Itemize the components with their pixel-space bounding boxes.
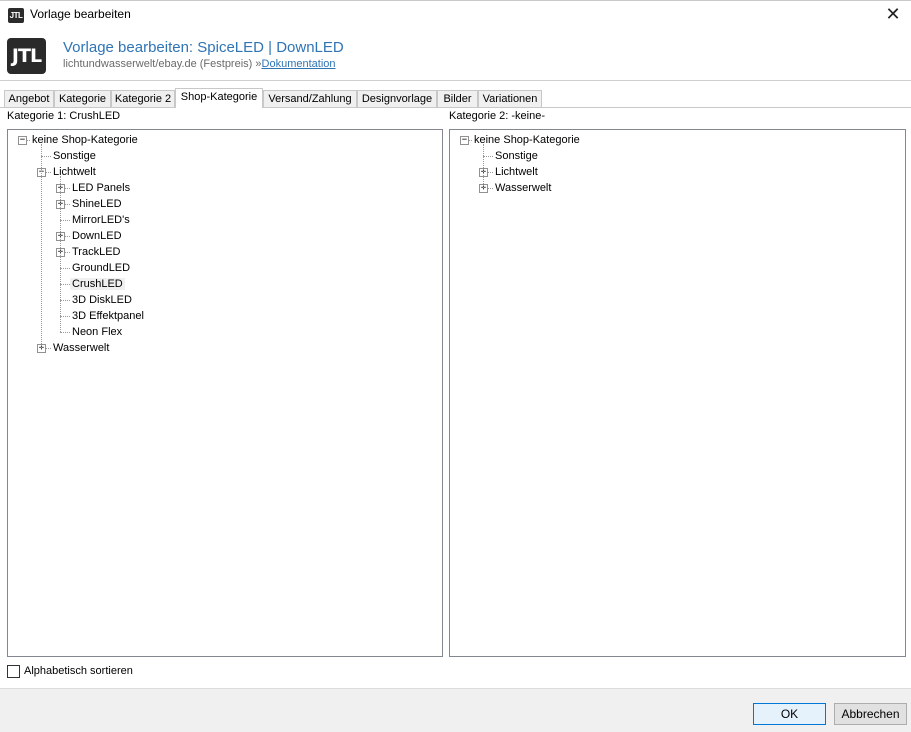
- tree-item[interactable]: MirrorLED's: [70, 212, 132, 228]
- header-divider: [0, 80, 911, 81]
- tree-item-label: GroundLED: [72, 262, 131, 274]
- tree-item[interactable]: CrushLED: [70, 276, 125, 292]
- tree-connector: [60, 300, 70, 301]
- collapse-icon[interactable]: −: [460, 136, 469, 145]
- tree-item-label: CrushLED: [70, 278, 125, 290]
- tab-strip: Angebot Kategorie Kategorie 2 Shop-Kategori…: [0, 88, 911, 108]
- tree-connector: [483, 156, 493, 157]
- tree-item-label: Wasserwelt: [495, 182, 552, 194]
- tree-item-label: LED Panels: [72, 182, 131, 194]
- tree-item-label: keine Shop-Kategorie: [474, 134, 580, 146]
- tab-variationen[interactable]: Variationen: [478, 90, 542, 107]
- category-1-label: Kategorie 1: CrushLED: [7, 110, 121, 122]
- tree-connector: [60, 316, 70, 317]
- tree-item-label: Wasserwelt: [53, 342, 110, 354]
- tree-item-label: DownLED: [72, 230, 122, 242]
- tree-item[interactable]: GroundLED: [70, 260, 132, 276]
- tree-item-label: ShineLED: [72, 198, 122, 210]
- tab-bilder[interactable]: Bilder: [437, 90, 478, 107]
- tree-item-label: MirrorLED's: [72, 214, 130, 226]
- tree-item[interactable]: Wasserwelt: [51, 340, 111, 356]
- tree-item[interactable]: LED Panels: [70, 180, 132, 196]
- tree-item-label: Lichtwelt: [53, 166, 96, 178]
- tree-connector: [60, 268, 70, 269]
- tree-item[interactable]: 3D Effektpanel: [70, 308, 146, 324]
- tab-shop-kategorie[interactable]: Shop-Kategorie: [175, 88, 263, 108]
- category-2-tree[interactable]: − keine Shop-Kategorie Sonstige + Lichtwelt +…: [449, 129, 906, 657]
- app-icon: JTL: [8, 8, 24, 23]
- tree-item[interactable]: Sonstige: [51, 148, 98, 164]
- tree-item[interactable]: Lichtwelt: [493, 164, 540, 180]
- tab-versand-zahlung[interactable]: Versand/Zahlung: [263, 90, 357, 107]
- tab-kategorie-2[interactable]: Kategorie 2: [111, 90, 175, 107]
- tree-item[interactable]: DownLED: [70, 228, 124, 244]
- title-bar: [0, 0, 911, 31]
- account-info: lichtundwasserwelt/ebay.de (Festpreis): [63, 58, 253, 70]
- tree-item[interactable]: TrackLED: [70, 244, 123, 260]
- tree-item[interactable]: Neon Flex: [70, 324, 124, 340]
- category-1-tree[interactable]: − keine Shop-Kategorie Sonstige − Lichtwelt +…: [7, 129, 443, 657]
- category-2-label: Kategorie 2: -keine-: [449, 110, 545, 122]
- tree-item-label: Neon Flex: [72, 326, 123, 338]
- page-title: Vorlage bearbeiten: SpiceLED | DownLED: [63, 39, 344, 56]
- tree-connector: [60, 176, 61, 332]
- tab-angebot[interactable]: Angebot: [4, 90, 54, 107]
- tree-item-label: 3D Effektpanel: [72, 310, 144, 322]
- window-title: Vorlage bearbeiten: [30, 7, 131, 21]
- tree-connector: [41, 144, 42, 348]
- tree-item-label: Lichtwelt: [495, 166, 538, 178]
- tree-item-label: TrackLED: [72, 246, 121, 258]
- header-subtitle: lichtundwasserwelt/ebay.de (Festpreis) »…: [63, 58, 336, 70]
- tree-connector: [60, 284, 70, 285]
- collapse-icon[interactable]: −: [18, 136, 27, 145]
- tree-item-label: keine Shop-Kategorie: [32, 134, 138, 146]
- jtl-logo: JTL: [7, 38, 46, 74]
- tree-item-label: Sonstige: [495, 150, 538, 162]
- tree-connector: [41, 156, 51, 157]
- ok-button[interactable]: OK: [753, 703, 826, 725]
- alphabetical-sort-checkbox[interactable]: [7, 665, 20, 678]
- tree-item-label: 3D DiskLED: [72, 294, 132, 306]
- tab-kategorie[interactable]: Kategorie: [54, 90, 111, 107]
- tree-connector: [483, 144, 484, 188]
- tab-designvorlage[interactable]: Designvorlage: [357, 90, 437, 107]
- tree-item[interactable]: Sonstige: [493, 148, 540, 164]
- tree-item[interactable]: Lichtwelt: [51, 164, 98, 180]
- close-icon[interactable]: ✕: [875, 0, 911, 30]
- tree-item-label: Sonstige: [53, 150, 96, 162]
- tree-connector: [60, 332, 70, 333]
- tree-item[interactable]: ShineLED: [70, 196, 124, 212]
- tab-baseline: [0, 107, 911, 108]
- tree-item[interactable]: Wasserwelt: [493, 180, 553, 196]
- alphabetical-sort-label[interactable]: Alphabetisch sortieren: [24, 665, 133, 677]
- tree-item[interactable]: keine Shop-Kategorie: [30, 132, 140, 148]
- tree-item[interactable]: 3D DiskLED: [70, 292, 134, 308]
- documentation-link[interactable]: Dokumentation: [262, 58, 336, 70]
- tree-item[interactable]: keine Shop-Kategorie: [472, 132, 582, 148]
- tree-connector: [60, 220, 70, 221]
- cancel-button[interactable]: Abbrechen: [834, 703, 907, 725]
